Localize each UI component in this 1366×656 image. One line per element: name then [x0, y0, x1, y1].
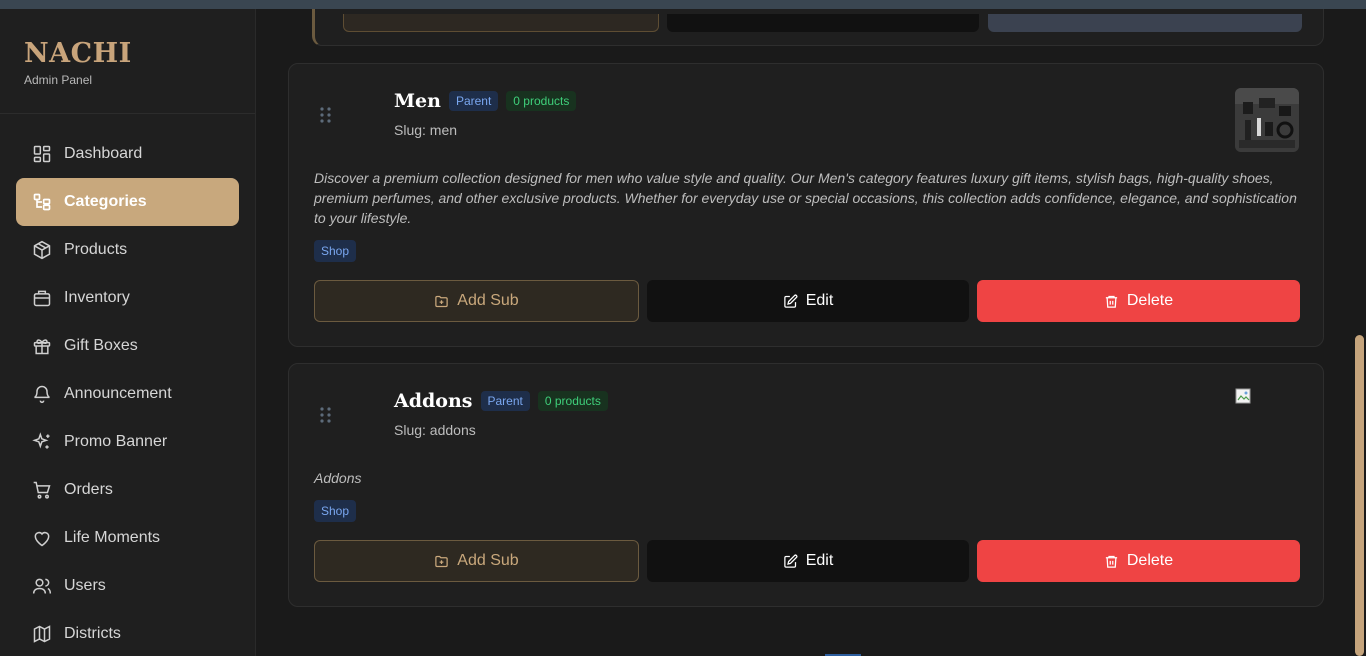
- sidebar-item-label: Users: [64, 577, 106, 594]
- browser-top-bar: [0, 0, 1366, 9]
- dashboard-icon: [32, 144, 52, 164]
- parent-badge: Parent: [448, 91, 499, 111]
- delete-button[interactable]: Delete: [977, 540, 1300, 582]
- add-sub-label: Add Sub: [457, 292, 519, 309]
- sidebar-item-products[interactable]: Products: [16, 226, 239, 274]
- sidebar-item-promo-banner[interactable]: Promo Banner: [16, 418, 239, 466]
- inventory-icon: [32, 288, 52, 308]
- category-slug: Slug: men: [394, 122, 458, 138]
- prev-add-sub-button[interactable]: [343, 14, 659, 32]
- drag-handle-icon[interactable]: [319, 406, 333, 424]
- add-sub-button[interactable]: Add Sub: [314, 280, 639, 322]
- categories-icon: [32, 192, 52, 212]
- delete-button[interactable]: Delete: [977, 280, 1300, 322]
- sidebar-item-categories[interactable]: Categories: [16, 178, 239, 226]
- bell-icon: [32, 384, 52, 404]
- sidebar-item-districts[interactable]: Districts: [16, 610, 239, 656]
- trash-icon: [1105, 295, 1117, 308]
- main-content: Men Parent 0 products Slug: men Discover…: [257, 9, 1353, 656]
- prev-edit-button[interactable]: [667, 14, 979, 32]
- drag-handle-icon[interactable]: [319, 106, 333, 124]
- sidebar-item-label: Inventory: [64, 289, 130, 306]
- sidebar-item-label: Dashboard: [64, 145, 143, 162]
- category-card-addons: Addons Parent 0 products Slug: addons Ad…: [288, 363, 1324, 607]
- package-icon: [32, 240, 52, 260]
- sidebar-item-gift-boxes[interactable]: Gift Boxes: [16, 322, 239, 370]
- edit-button[interactable]: Edit: [647, 540, 969, 582]
- sidebar-item-dashboard[interactable]: Dashboard: [16, 130, 239, 178]
- sparkles-icon: [32, 432, 52, 452]
- shop-tag: Shop: [314, 500, 357, 522]
- add-sub-button[interactable]: Add Sub: [314, 540, 639, 582]
- sidebar-item-label: Districts: [64, 625, 121, 642]
- sidebar-item-announcement[interactable]: Announcement: [16, 370, 239, 418]
- add-sub-label: Add Sub: [457, 552, 519, 569]
- brand-subtitle: Admin Panel: [24, 73, 93, 87]
- sidebar-item-label: Products: [64, 241, 128, 258]
- sidebar-item-life-moments[interactable]: Life Moments: [16, 514, 239, 562]
- sidebar-item-label: Orders: [64, 481, 113, 498]
- sidebar: NACHI Admin Panel Dashboard Categories P…: [0, 9, 256, 656]
- gift-icon: [32, 336, 52, 356]
- brand-title: NACHI: [24, 38, 132, 69]
- sidebar-item-users[interactable]: Users: [16, 562, 239, 610]
- sidebar-item-label: Announcement: [64, 385, 172, 402]
- edit-icon: [783, 294, 798, 308]
- category-description: Addons: [314, 470, 362, 486]
- scrollbar[interactable]: [1353, 9, 1366, 656]
- folder-plus-icon: [435, 295, 449, 307]
- category-title: Addons: [394, 390, 473, 412]
- heart-icon: [32, 528, 52, 548]
- category-slug: Slug: addons: [394, 422, 476, 438]
- edit-icon: [783, 554, 798, 568]
- category-card-men: Men Parent 0 products Slug: men Discover…: [288, 63, 1324, 347]
- cart-icon: [32, 480, 52, 500]
- sidebar-item-inventory[interactable]: Inventory: [16, 274, 239, 322]
- category-thumbnail: [1235, 88, 1299, 152]
- edit-label: Edit: [805, 292, 834, 309]
- parent-badge: Parent: [480, 391, 530, 411]
- brand: NACHI Admin Panel: [0, 9, 255, 114]
- scrollbar-thumb[interactable]: [1355, 335, 1364, 656]
- shop-tag: Shop: [314, 240, 357, 262]
- sidebar-item-label: Life Moments: [64, 529, 161, 546]
- sidebar-item-label: Categories: [64, 193, 147, 210]
- edit-label: Edit: [805, 552, 834, 569]
- sidebar-item-label: Promo Banner: [64, 433, 168, 450]
- edit-button[interactable]: Edit: [647, 280, 969, 322]
- sidebar-item-orders[interactable]: Orders: [16, 466, 239, 514]
- category-title: Men: [394, 90, 441, 112]
- delete-label: Delete: [1126, 552, 1174, 569]
- folder-plus-icon: [435, 555, 449, 567]
- sidebar-item-label: Gift Boxes: [64, 337, 138, 354]
- products-count-badge: 0 products: [537, 391, 608, 411]
- delete-label: Delete: [1126, 292, 1174, 309]
- category-header: Addons Parent 0 products: [394, 390, 608, 412]
- products-count-badge: 0 products: [506, 91, 577, 111]
- category-description: Discover a premium collection designed f…: [314, 170, 1297, 226]
- trash-icon: [1105, 555, 1117, 568]
- previous-category-card: [312, 9, 1324, 46]
- broken-image-icon: [1235, 388, 1251, 404]
- category-header: Men Parent 0 products: [394, 90, 577, 112]
- map-icon: [32, 624, 52, 644]
- users-icon: [32, 576, 52, 596]
- sidebar-nav: Dashboard Categories Products Inventory …: [0, 114, 255, 656]
- prev-delete-button[interactable]: [988, 14, 1302, 32]
